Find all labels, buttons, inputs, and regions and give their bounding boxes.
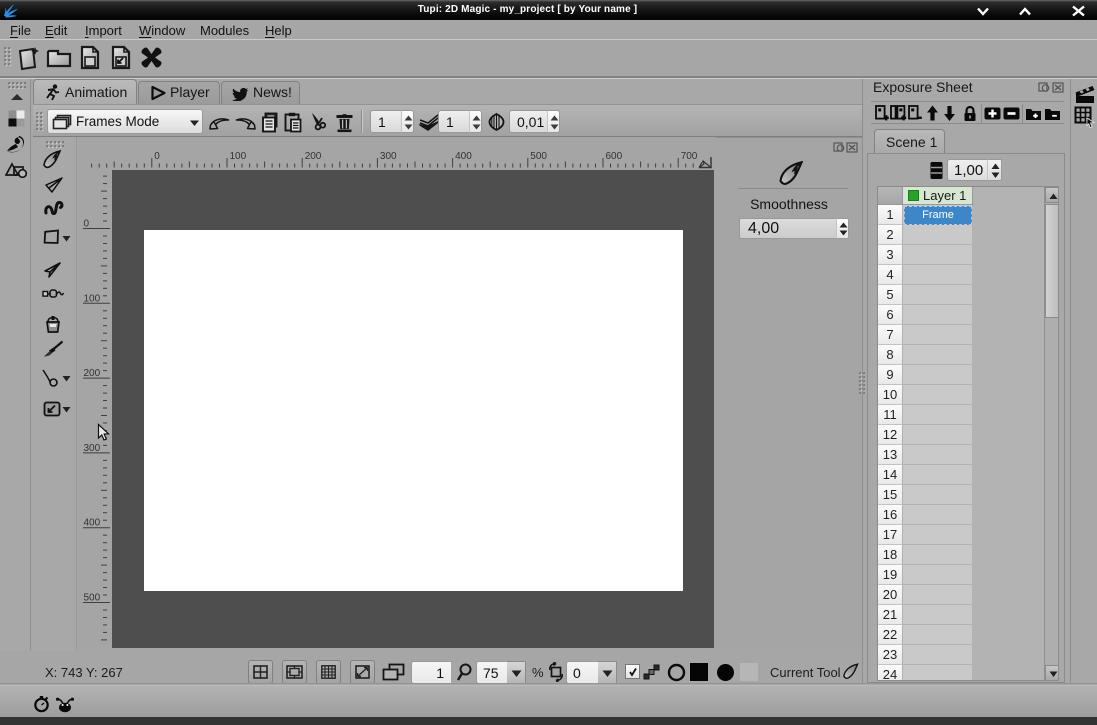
svg-text:100: 100	[84, 293, 101, 304]
svg-text:400: 400	[455, 151, 472, 162]
svg-text:500: 500	[530, 151, 547, 162]
svg-text:0: 0	[154, 151, 160, 162]
svg-text:400: 400	[84, 518, 101, 529]
svg-text:600: 600	[606, 151, 623, 162]
svg-text:0: 0	[84, 219, 90, 230]
svg-text:300: 300	[84, 443, 101, 454]
svg-text:300: 300	[380, 151, 397, 162]
svg-text:200: 200	[84, 368, 101, 379]
svg-text:200: 200	[305, 151, 322, 162]
svg-text:700: 700	[681, 151, 698, 162]
svg-text:500: 500	[84, 593, 101, 604]
svg-text:100: 100	[230, 151, 247, 162]
